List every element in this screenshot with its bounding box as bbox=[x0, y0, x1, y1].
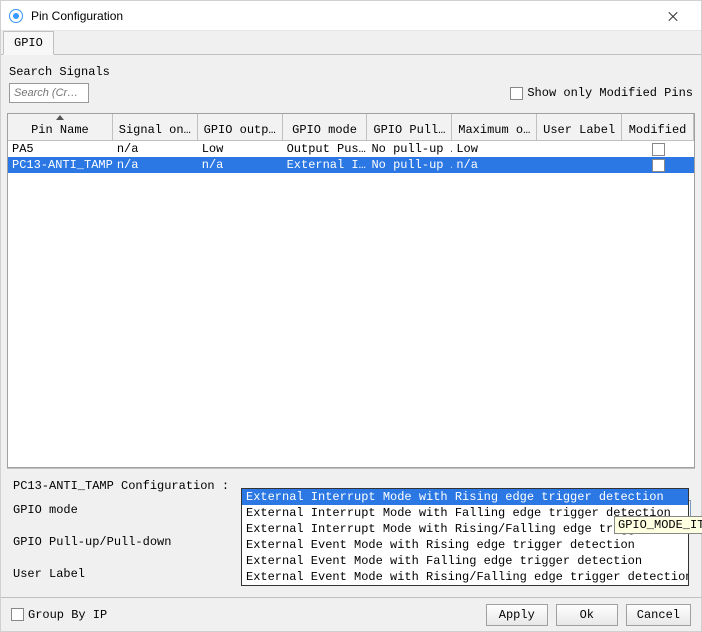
search-label: Search Signals bbox=[9, 65, 693, 79]
config-label-pull: GPIO Pull-up/Pull-down bbox=[11, 535, 241, 549]
cell-pin: PA5 bbox=[8, 142, 113, 156]
footer: Group By IP Apply Ok Cancel bbox=[1, 597, 701, 631]
cell-mode: External I… bbox=[283, 158, 368, 172]
app-icon bbox=[9, 9, 23, 23]
pin-table: Pin Name Signal on… GPIO outp… GPIO mode… bbox=[7, 113, 695, 468]
close-button[interactable] bbox=[653, 2, 693, 30]
cell-outp: Low bbox=[198, 142, 283, 156]
table-body: PA5 n/a Low Output Pus… No pull-up … Low… bbox=[8, 141, 694, 467]
show-only-modified-checkbox[interactable]: Show only Modified Pins bbox=[510, 86, 693, 100]
gpio-mode-dropdown-list[interactable]: External Interrupt Mode with Rising edge… bbox=[241, 488, 689, 586]
close-icon bbox=[667, 10, 679, 22]
apply-button[interactable]: Apply bbox=[486, 604, 548, 626]
dropdown-option[interactable]: External Interrupt Mode with Rising edge… bbox=[242, 489, 688, 505]
col-pin-name[interactable]: Pin Name bbox=[8, 114, 113, 140]
cell-signal: n/a bbox=[113, 142, 198, 156]
cell-mode: Output Pus… bbox=[283, 142, 368, 156]
cell-modified bbox=[622, 143, 694, 156]
window-title: Pin Configuration bbox=[31, 9, 653, 23]
group-by-ip-checkbox[interactable]: Group By IP bbox=[11, 608, 107, 622]
dropdown-option[interactable]: External Event Mode with Rising edge tri… bbox=[242, 537, 688, 553]
search-area: Search Signals Show only Modified Pins bbox=[1, 55, 701, 107]
cell-max: n/a bbox=[452, 158, 537, 172]
config-label-userlabel: User Label bbox=[11, 567, 241, 581]
table-row[interactable]: PC13-ANTI_TAMP n/a n/a External I… No pu… bbox=[8, 157, 694, 173]
tabstrip: GPIO bbox=[1, 31, 701, 55]
col-modified[interactable]: Modified bbox=[622, 114, 694, 140]
dropdown-option[interactable]: External Event Mode with Falling edge tr… bbox=[242, 553, 688, 569]
checkbox-icon bbox=[11, 608, 24, 621]
modified-checkbox[interactable] bbox=[652, 159, 665, 172]
titlebar: Pin Configuration bbox=[1, 1, 701, 31]
col-maximum[interactable]: Maximum o… bbox=[452, 114, 537, 140]
cancel-button[interactable]: Cancel bbox=[626, 604, 691, 626]
cell-pin: PC13-ANTI_TAMP bbox=[8, 158, 113, 172]
sort-asc-icon bbox=[56, 115, 64, 120]
ok-button[interactable]: Ok bbox=[556, 604, 618, 626]
group-by-ip-label: Group By IP bbox=[28, 608, 107, 622]
cell-signal: n/a bbox=[113, 158, 198, 172]
col-gpio-pull[interactable]: GPIO Pull… bbox=[367, 114, 452, 140]
col-gpio-mode[interactable]: GPIO mode bbox=[283, 114, 368, 140]
col-signal[interactable]: Signal on… bbox=[113, 114, 198, 140]
checkbox-icon bbox=[510, 87, 523, 100]
cell-max: Low bbox=[452, 142, 537, 156]
modified-checkbox[interactable] bbox=[652, 143, 665, 156]
cell-pull: No pull-up … bbox=[367, 158, 452, 172]
search-input[interactable] bbox=[9, 83, 89, 103]
col-user-label[interactable]: User Label bbox=[537, 114, 622, 140]
cell-outp: n/a bbox=[198, 158, 283, 172]
cell-pull: No pull-up … bbox=[367, 142, 452, 156]
show-only-modified-label: Show only Modified Pins bbox=[527, 86, 693, 100]
tooltip: GPIO_MODE_IT_F bbox=[614, 516, 702, 534]
dropdown-option[interactable]: External Event Mode with Rising/Falling … bbox=[242, 569, 688, 585]
config-label-mode: GPIO mode bbox=[11, 503, 241, 517]
tab-gpio[interactable]: GPIO bbox=[3, 31, 54, 55]
cell-modified bbox=[622, 159, 694, 172]
table-row[interactable]: PA5 n/a Low Output Pus… No pull-up … Low bbox=[8, 141, 694, 157]
table-header: Pin Name Signal on… GPIO outp… GPIO mode… bbox=[8, 114, 694, 141]
col-gpio-outp[interactable]: GPIO outp… bbox=[198, 114, 283, 140]
